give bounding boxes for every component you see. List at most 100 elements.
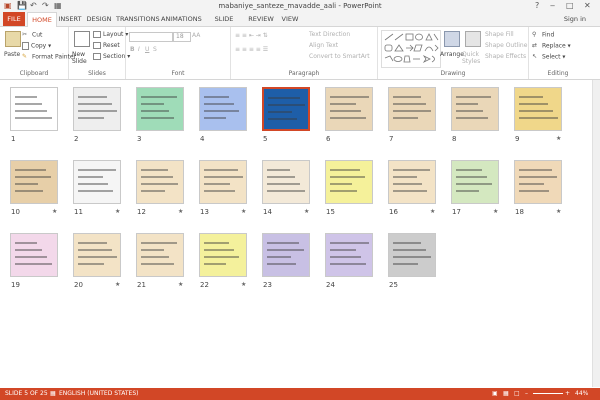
- convert-smartart-button[interactable]: Convert to SmartArt: [309, 53, 370, 60]
- animation-star-icon[interactable]: ★: [304, 208, 309, 215]
- language-status[interactable]: ENGLISH (UNITED STATES): [59, 388, 139, 400]
- magnifier-icon: ⚲: [532, 31, 537, 38]
- tab-view[interactable]: VIEW: [279, 12, 301, 26]
- italic-button[interactable]: I: [138, 46, 140, 53]
- slide-thumbnail[interactable]: [136, 233, 184, 277]
- vertical-scrollbar[interactable]: [592, 80, 600, 387]
- minimize-button[interactable]: ‒: [550, 1, 555, 10]
- maximize-button[interactable]: □: [566, 1, 574, 10]
- zoom-slider[interactable]: [533, 393, 563, 394]
- animation-star-icon[interactable]: ★: [430, 208, 435, 215]
- slide-thumbnail[interactable]: [136, 160, 184, 204]
- slide-content-line: [78, 190, 113, 192]
- slide-thumbnail[interactable]: [388, 87, 436, 131]
- animation-star-icon[interactable]: ★: [556, 135, 561, 142]
- tab-file[interactable]: FILE: [3, 12, 25, 26]
- slide-thumbnail[interactable]: [199, 160, 247, 204]
- animation-star-icon[interactable]: ★: [52, 208, 57, 215]
- slide-content-line: [15, 117, 52, 119]
- zoom-in-button[interactable]: +: [565, 388, 570, 400]
- quick-styles-icon[interactable]: [465, 31, 481, 47]
- shape-outline-button[interactable]: Shape Outline: [485, 42, 527, 49]
- tab-home[interactable]: HOME: [27, 12, 57, 27]
- bullets-icon[interactable]: ≡ ≡ ⇤ ⇥ ⇅: [235, 32, 268, 39]
- spell-check-icon[interactable]: ▦: [50, 388, 56, 400]
- arrange-icon[interactable]: [444, 31, 460, 47]
- tab-animations[interactable]: ANIMATIONS: [161, 12, 202, 26]
- bold-button[interactable]: B: [130, 46, 135, 53]
- help-button[interactable]: ?: [535, 1, 539, 10]
- animation-star-icon[interactable]: ★: [115, 281, 120, 288]
- animation-star-icon[interactable]: ★: [178, 208, 183, 215]
- zoom-out-button[interactable]: –: [525, 388, 528, 400]
- slide-content-line: [141, 263, 174, 265]
- slide-thumbnail[interactable]: [262, 160, 310, 204]
- select-button[interactable]: ↖ Select ▾: [532, 53, 565, 61]
- tab-insert[interactable]: INSERT: [58, 12, 82, 26]
- reading-view-icon[interactable]: □: [514, 388, 520, 400]
- close-button[interactable]: ✕: [584, 1, 591, 10]
- shapes-gallery[interactable]: [381, 30, 441, 68]
- sign-in-link[interactable]: Sign in: [564, 12, 586, 26]
- animation-star-icon[interactable]: ★: [241, 281, 246, 288]
- slide-thumbnail[interactable]: [10, 233, 58, 277]
- copy-button[interactable]: Copy ▾: [22, 42, 51, 50]
- slide-thumbnail[interactable]: [262, 233, 310, 277]
- animation-star-icon[interactable]: ★: [493, 208, 498, 215]
- tab-design[interactable]: DESIGN: [86, 12, 112, 26]
- font-name-input[interactable]: [129, 32, 173, 42]
- slide-thumbnail[interactable]: [73, 160, 121, 204]
- animation-star-icon[interactable]: ★: [241, 208, 246, 215]
- slide-thumbnail[interactable]: [10, 87, 58, 131]
- slide-thumbnail[interactable]: [325, 160, 373, 204]
- reset-button[interactable]: Reset: [93, 42, 120, 49]
- slide-thumbnail[interactable]: [262, 87, 310, 131]
- slide-thumbnail[interactable]: [73, 233, 121, 277]
- slide-thumbnail[interactable]: [325, 87, 373, 131]
- select-label: Select: [542, 53, 561, 61]
- slide-thumbnail[interactable]: [388, 160, 436, 204]
- tab-slide-show[interactable]: SLIDE SHOW: [205, 12, 243, 37]
- cut-button[interactable]: ✂ Cut: [22, 31, 42, 39]
- slide-thumbnail[interactable]: [199, 233, 247, 277]
- slide-thumbnail[interactable]: [451, 87, 499, 131]
- font-size-input[interactable]: 18: [173, 32, 191, 42]
- slide-content-line: [78, 242, 107, 244]
- strikethrough-button[interactable]: S: [153, 46, 157, 53]
- layout-button[interactable]: Layout ▾: [93, 31, 128, 38]
- underline-button[interactable]: U: [145, 46, 149, 53]
- slide-thumbnail[interactable]: [136, 87, 184, 131]
- animation-star-icon[interactable]: ★: [556, 208, 561, 215]
- tab-transitions[interactable]: TRANSITIONS: [116, 12, 160, 26]
- shape-fill-button[interactable]: Shape Fill: [485, 31, 514, 38]
- new-slide-button[interactable]: New Slide: [72, 51, 94, 65]
- paste-button[interactable]: Paste: [4, 51, 20, 58]
- slide-thumbnail[interactable]: [514, 160, 562, 204]
- normal-view-icon[interactable]: ▣: [492, 388, 498, 400]
- format-painter-button[interactable]: ✎ Format Painter: [22, 53, 76, 61]
- new-slide-icon[interactable]: [74, 31, 90, 47]
- font-grow-shrink-button[interactable]: AA: [192, 32, 200, 39]
- slide-thumbnail[interactable]: [451, 160, 499, 204]
- paste-icon[interactable]: [5, 31, 21, 47]
- slide-thumbnail[interactable]: [73, 87, 121, 131]
- slide-thumbnail[interactable]: [10, 160, 58, 204]
- slide-thumbnail[interactable]: [514, 87, 562, 131]
- replace-button[interactable]: ⇄ Replace ▾: [532, 42, 571, 50]
- slide-thumbnail[interactable]: [388, 233, 436, 277]
- tab-review[interactable]: REVIEW: [247, 12, 275, 26]
- section-button[interactable]: Section ▾: [93, 53, 130, 60]
- shape-effects-button[interactable]: Shape Effects: [485, 53, 526, 60]
- animation-star-icon[interactable]: ★: [115, 208, 120, 215]
- zoom-level[interactable]: 44%: [575, 388, 588, 400]
- quick-styles-button[interactable]: Quick Styles: [462, 51, 486, 65]
- arrange-button[interactable]: Arrange: [440, 51, 464, 58]
- animation-star-icon[interactable]: ★: [178, 281, 183, 288]
- slide-sorter-view-icon[interactable]: ▦: [503, 388, 509, 400]
- align-text-button[interactable]: Align Text: [309, 42, 338, 49]
- align-icons[interactable]: ≡ ≡ ≡ ≡ ☰: [235, 46, 268, 53]
- slide-thumbnail[interactable]: [325, 233, 373, 277]
- find-button[interactable]: ⚲ Find: [532, 31, 554, 39]
- slide-thumbnail[interactable]: [199, 87, 247, 131]
- text-direction-button[interactable]: Text Direction: [309, 31, 350, 38]
